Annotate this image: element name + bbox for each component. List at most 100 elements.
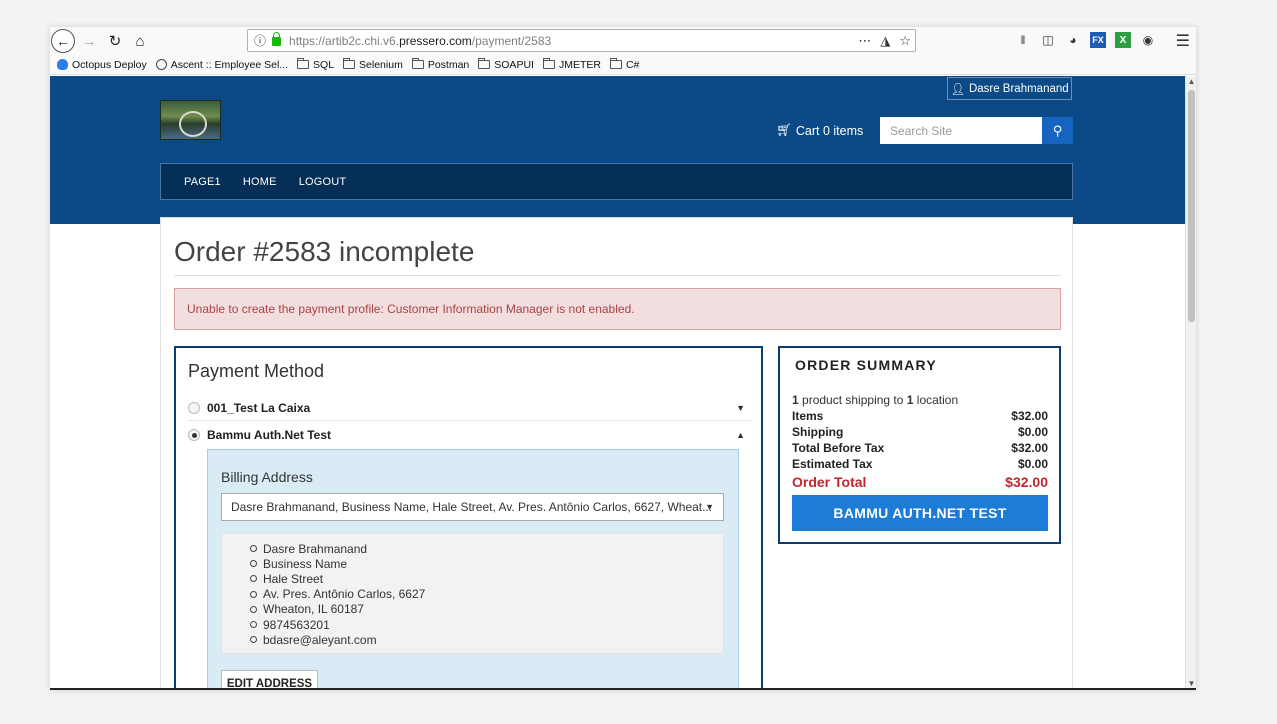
lock-icon[interactable] bbox=[272, 32, 282, 46]
payment-option-label: 001_Test La Caixa bbox=[207, 400, 311, 415]
fx-extension-icon[interactable]: FX bbox=[1090, 32, 1106, 48]
site-logo[interactable] bbox=[160, 100, 221, 140]
bookmark-selenium[interactable]: Selenium bbox=[343, 58, 403, 71]
bookmark-octopus[interactable]: Octopus Deploy bbox=[57, 59, 147, 71]
url-text[interactable]: https://artib2c.chi.v6.pressero.com/paym… bbox=[289, 34, 551, 48]
radio-button[interactable] bbox=[188, 401, 200, 414]
user-menu-button[interactable]: 👤︎ Dasre Brahmanand bbox=[947, 77, 1072, 100]
site-header: 👤︎ Dasre Brahmanand 🛒︎ Cart 0 items ⚲ PA… bbox=[50, 76, 1185, 224]
address-bar[interactable]: ⓘ https://artib2c.chi.v6.pressero.com/pa… bbox=[247, 29, 916, 52]
bookmark-star-icon[interactable]: ☆ bbox=[899, 33, 911, 49]
chevron-down-icon: ▼ bbox=[705, 502, 714, 512]
row-value: $0.00 bbox=[1017, 457, 1048, 471]
bookmarks-bar: Octopus Deploy Ascent :: Employee Sel...… bbox=[50, 55, 1196, 75]
payment-option-la-caixa[interactable]: 001_Test La Caixa ▼ bbox=[188, 395, 751, 421]
radio-button-selected[interactable] bbox=[188, 429, 200, 441]
search-button[interactable]: ⚲ bbox=[1042, 117, 1073, 144]
summary-row-before-tax: Total Before Tax $32.00 bbox=[792, 440, 1048, 456]
nav-page1[interactable]: PAGE1 bbox=[184, 176, 221, 188]
summary-row-tax: Estimated Tax $0.00 bbox=[792, 456, 1048, 472]
nav-home[interactable]: HOME bbox=[243, 176, 277, 188]
folder-icon bbox=[542, 58, 555, 69]
sidebar-icon[interactable]: ◫ bbox=[1040, 32, 1056, 48]
caret-down-icon[interactable]: ▼ bbox=[736, 403, 745, 413]
total-value: $32.00 bbox=[1005, 473, 1048, 490]
search-input[interactable] bbox=[880, 117, 1042, 144]
browser-toolbar: ← → ↻ ⌂ ⓘ https://artib2c.chi.v6.presser… bbox=[50, 27, 1196, 55]
forward-icon[interactable]: → bbox=[77, 29, 101, 53]
folder-icon bbox=[297, 58, 310, 69]
bookmark-label: SOAPUI bbox=[494, 58, 534, 71]
bookmark-label: SQL bbox=[313, 58, 335, 71]
payment-option-label: Bammu Auth.Net Test bbox=[207, 428, 332, 442]
page-actions-icon[interactable]: ⋯ bbox=[858, 33, 871, 49]
payment-method-title: Payment Method bbox=[188, 361, 325, 381]
shipping-text-end: location bbox=[913, 393, 959, 407]
info-icon[interactable]: ⓘ bbox=[254, 32, 266, 49]
nav-logout[interactable]: LOGOUT bbox=[299, 176, 347, 188]
address-line: 9874563201 bbox=[250, 617, 723, 632]
row-label: Items bbox=[792, 409, 824, 423]
summary-rows: Items $32.00 Shipping $0.00 Total Before T… bbox=[792, 408, 1048, 491]
scroll-up-icon[interactable]: ▲ bbox=[1186, 76, 1196, 88]
bookmark-label: Selenium bbox=[359, 58, 403, 71]
page-scrollbar[interactable]: ▲ ▼ bbox=[1185, 76, 1196, 688]
bookmark-jmeter[interactable]: JMETER bbox=[542, 58, 601, 71]
shipping-text: product shipping to bbox=[798, 393, 907, 407]
caret-up-icon[interactable]: ▲ bbox=[736, 430, 745, 440]
address-line: Wheaton, IL 60187 bbox=[250, 602, 723, 617]
row-label: Shipping bbox=[792, 425, 844, 439]
order-summary-title: ORDER SUMMARY bbox=[795, 357, 937, 373]
url-actions: ⋯ ◮ ☆ bbox=[858, 33, 911, 49]
row-value: $32.00 bbox=[1011, 409, 1048, 423]
bookmark-csharp[interactable]: C# bbox=[609, 58, 639, 71]
shipping-info: 1 product shipping to 1 location bbox=[792, 393, 958, 407]
main-nav: PAGE1 HOME LOGOUT bbox=[160, 163, 1073, 200]
scroll-thumb[interactable] bbox=[1188, 90, 1195, 322]
page-viewport: 👤︎ Dasre Brahmanand 🛒︎ Cart 0 items ⚲ PA… bbox=[50, 76, 1185, 688]
row-label: Estimated Tax bbox=[792, 457, 873, 471]
row-label: Total Before Tax bbox=[792, 441, 885, 455]
back-icon[interactable]: ← bbox=[51, 29, 75, 53]
address-line: bdasre@aleyant.com bbox=[250, 632, 723, 647]
error-alert: Unable to create the payment profile: Cu… bbox=[174, 288, 1061, 330]
pocket-icon[interactable]: ◮ bbox=[880, 33, 890, 49]
bookmark-label: Postman bbox=[427, 58, 470, 71]
pay-button[interactable]: BAMMU AUTH.NET TEST bbox=[792, 495, 1048, 531]
main-content: Order #2583 incomplete Unable to create … bbox=[160, 217, 1073, 688]
bookmark-sql[interactable]: SQL bbox=[297, 58, 335, 71]
account-icon[interactable]: ◉ bbox=[1140, 32, 1156, 48]
product-count: 1 bbox=[792, 393, 799, 407]
library-icon[interactable]: ‖ bbox=[1015, 32, 1031, 48]
folder-icon bbox=[343, 58, 356, 69]
url-domain: pressero.com bbox=[399, 33, 472, 48]
desktop-background: ← → ↻ ⌂ ⓘ https://artib2c.chi.v6.presser… bbox=[0, 0, 1277, 724]
folder-icon bbox=[411, 58, 424, 69]
address-select-value: Dasre Brahmanand, Business Name, Hale St… bbox=[231, 500, 713, 514]
home-icon[interactable]: ⌂ bbox=[128, 29, 152, 53]
cart-label: Cart 0 items bbox=[795, 123, 864, 138]
summary-row-items: Items $32.00 bbox=[792, 408, 1048, 424]
address-line: Hale Street bbox=[250, 571, 723, 586]
payment-method-panel: Payment Method 001_Test La Caixa ▼ Bammu… bbox=[174, 346, 763, 688]
toolbar-icons: ‖ ◫ ◕ FX X ◉ bbox=[1015, 32, 1156, 48]
payment-option-bammu[interactable]: Bammu Auth.Net Test ▲ bbox=[188, 422, 751, 448]
hamburger-menu-icon[interactable]: ☰ bbox=[1176, 31, 1190, 51]
bookmark-postman[interactable]: Postman bbox=[411, 58, 470, 71]
reload-icon[interactable]: ↻ bbox=[103, 29, 127, 53]
folder-icon bbox=[478, 58, 491, 69]
bookmark-ascent[interactable]: Ascent :: Employee Sel... bbox=[155, 59, 288, 71]
url-prefix: https://artib2c.chi.v6. bbox=[289, 33, 400, 48]
order-summary-panel: ORDER SUMMARY 1 product shipping to 1 lo… bbox=[778, 346, 1061, 544]
edit-address-button[interactable]: EDIT ADDRESS bbox=[221, 670, 318, 688]
octopus-icon bbox=[57, 59, 68, 70]
browser-window: ← → ↻ ⌂ ⓘ https://artib2c.chi.v6.presser… bbox=[50, 27, 1196, 690]
bookmark-soapui[interactable]: SOAPUI bbox=[478, 58, 534, 71]
cart-link[interactable]: 🛒︎ Cart 0 items bbox=[776, 123, 863, 138]
extension-icon[interactable]: ◕ bbox=[1065, 32, 1081, 48]
address-select[interactable]: Dasre Brahmanand, Business Name, Hale St… bbox=[221, 493, 724, 521]
address-line: Dasre Brahmanand bbox=[250, 541, 723, 556]
scroll-down-icon[interactable]: ▼ bbox=[1186, 678, 1196, 688]
cart-icon: 🛒︎ bbox=[776, 123, 792, 137]
excel-extension-icon[interactable]: X bbox=[1115, 32, 1131, 48]
